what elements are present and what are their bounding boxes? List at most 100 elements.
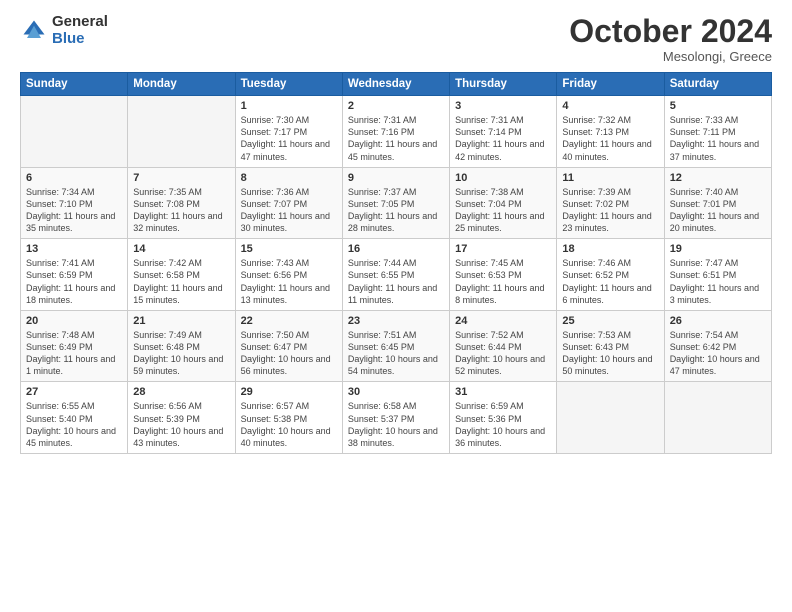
calendar-week-row: 1 Sunrise: 7:30 AMSunset: 7:17 PMDaylight… [21, 96, 772, 168]
calendar-page: General Blue October 2024 Mesolongi, Gre… [0, 0, 792, 612]
day-info: Sunrise: 7:54 AMSunset: 6:42 PMDaylight:… [670, 329, 766, 378]
day-number: 28 [133, 386, 229, 398]
table-row: 18Sunrise: 7:46 AMSunset: 6:52 PMDayligh… [557, 239, 664, 311]
day-number: 14 [133, 243, 229, 255]
header-friday: Friday [557, 73, 664, 96]
day-number: 4 [562, 100, 658, 112]
day-info: Sunrise: 7:44 AMSunset: 6:55 PMDaylight:… [348, 257, 444, 306]
day-number: 6 [26, 172, 122, 184]
table-row: 10 Sunrise: 7:38 AMSunset: 7:04 PMDayligh… [450, 167, 557, 239]
calendar-week-row: 13 Sunrise: 7:41 AMSunset: 6:59 PMDayligh… [21, 239, 772, 311]
day-number: 7 [133, 172, 229, 184]
table-row: 23Sunrise: 7:51 AMSunset: 6:45 PMDayligh… [342, 310, 449, 382]
day-number: 17 [455, 243, 551, 255]
table-row: 21Sunrise: 7:49 AMSunset: 6:48 PMDayligh… [128, 310, 235, 382]
logo-icon [20, 17, 48, 45]
day-info: Sunrise: 7:33 AMSunset: 7:11 PMDaylight:… [670, 114, 766, 163]
header-tuesday: Tuesday [235, 73, 342, 96]
day-info: Sunrise: 6:56 AMSunset: 5:39 PMDaylight:… [133, 400, 229, 449]
table-row: 28 Sunrise: 6:56 AMSunset: 5:39 PMDayligh… [128, 382, 235, 454]
day-info: Sunrise: 7:49 AMSunset: 6:48 PMDaylight:… [133, 329, 229, 378]
day-info: Sunrise: 6:59 AMSunset: 5:36 PMDaylight:… [455, 400, 551, 449]
table-row: 11Sunrise: 7:39 AMSunset: 7:02 PMDayligh… [557, 167, 664, 239]
table-row: 22Sunrise: 7:50 AMSunset: 6:47 PMDayligh… [235, 310, 342, 382]
day-number: 23 [348, 315, 444, 327]
day-info: Sunrise: 6:58 AMSunset: 5:37 PMDaylight:… [348, 400, 444, 449]
table-row: 13 Sunrise: 7:41 AMSunset: 6:59 PMDayligh… [21, 239, 128, 311]
day-info: Sunrise: 7:50 AMSunset: 6:47 PMDaylight:… [241, 329, 337, 378]
table-row: 29Sunrise: 6:57 AMSunset: 5:38 PMDayligh… [235, 382, 342, 454]
calendar-week-row: 6Sunrise: 7:34 AMSunset: 7:10 PMDaylight… [21, 167, 772, 239]
table-row: 17 Sunrise: 7:45 AMSunset: 6:53 PMDayligh… [450, 239, 557, 311]
table-row: 19 Sunrise: 7:47 AMSunset: 6:51 PMDayligh… [664, 239, 771, 311]
day-number: 12 [670, 172, 766, 184]
table-row: 12 Sunrise: 7:40 AMSunset: 7:01 PMDayligh… [664, 167, 771, 239]
table-row [21, 96, 128, 168]
table-row: 8 Sunrise: 7:36 AMSunset: 7:07 PMDaylight… [235, 167, 342, 239]
table-row: 2Sunrise: 7:31 AMSunset: 7:16 PMDaylight… [342, 96, 449, 168]
logo-general-text: General [52, 14, 108, 31]
day-info: Sunrise: 7:38 AMSunset: 7:04 PMDaylight:… [455, 186, 551, 235]
day-number: 15 [241, 243, 337, 255]
header: General Blue October 2024 Mesolongi, Gre… [0, 0, 792, 72]
day-number: 13 [26, 243, 122, 255]
day-info: Sunrise: 7:32 AMSunset: 7:13 PMDaylight:… [562, 114, 658, 163]
day-number: 27 [26, 386, 122, 398]
day-number: 29 [241, 386, 337, 398]
day-info: Sunrise: 7:31 AMSunset: 7:14 PMDaylight:… [455, 114, 551, 163]
day-info: Sunrise: 7:52 AMSunset: 6:44 PMDaylight:… [455, 329, 551, 378]
day-number: 18 [562, 243, 658, 255]
day-number: 20 [26, 315, 122, 327]
table-row: 26Sunrise: 7:54 AMSunset: 6:42 PMDayligh… [664, 310, 771, 382]
day-number: 2 [348, 100, 444, 112]
month-title: October 2024 [569, 14, 772, 49]
day-info: Sunrise: 7:37 AMSunset: 7:05 PMDaylight:… [348, 186, 444, 235]
day-number: 8 [241, 172, 337, 184]
logo: General Blue [20, 14, 108, 47]
day-number: 19 [670, 243, 766, 255]
calendar-table: Sunday Monday Tuesday Wednesday Thursday… [20, 72, 772, 454]
day-info: Sunrise: 7:47 AMSunset: 6:51 PMDaylight:… [670, 257, 766, 306]
calendar-week-row: 20Sunrise: 7:48 AMSunset: 6:49 PMDayligh… [21, 310, 772, 382]
table-row: 5Sunrise: 7:33 AMSunset: 7:11 PMDaylight… [664, 96, 771, 168]
table-row: 6Sunrise: 7:34 AMSunset: 7:10 PMDaylight… [21, 167, 128, 239]
day-info: Sunrise: 7:53 AMSunset: 6:43 PMDaylight:… [562, 329, 658, 378]
table-row: 24Sunrise: 7:52 AMSunset: 6:44 PMDayligh… [450, 310, 557, 382]
weekday-header-row: Sunday Monday Tuesday Wednesday Thursday… [21, 73, 772, 96]
day-number: 31 [455, 386, 551, 398]
table-row: 20Sunrise: 7:48 AMSunset: 6:49 PMDayligh… [21, 310, 128, 382]
header-monday: Monday [128, 73, 235, 96]
day-info: Sunrise: 7:36 AMSunset: 7:07 PMDaylight:… [241, 186, 337, 235]
table-row: 25Sunrise: 7:53 AMSunset: 6:43 PMDayligh… [557, 310, 664, 382]
table-row: 27Sunrise: 6:55 AMSunset: 5:40 PMDayligh… [21, 382, 128, 454]
day-number: 11 [562, 172, 658, 184]
location-subtitle: Mesolongi, Greece [569, 49, 772, 64]
table-row: 31 Sunrise: 6:59 AMSunset: 5:36 PMDayligh… [450, 382, 557, 454]
header-wednesday: Wednesday [342, 73, 449, 96]
title-block: October 2024 Mesolongi, Greece [569, 14, 772, 64]
calendar-week-row: 27Sunrise: 6:55 AMSunset: 5:40 PMDayligh… [21, 382, 772, 454]
table-row [128, 96, 235, 168]
day-info: Sunrise: 7:40 AMSunset: 7:01 PMDaylight:… [670, 186, 766, 235]
table-row: 16 Sunrise: 7:44 AMSunset: 6:55 PMDayligh… [342, 239, 449, 311]
table-row: 7 Sunrise: 7:35 AMSunset: 7:08 PMDaylight… [128, 167, 235, 239]
table-row [557, 382, 664, 454]
day-info: Sunrise: 7:45 AMSunset: 6:53 PMDaylight:… [455, 257, 551, 306]
table-row: 14Sunrise: 7:42 AMSunset: 6:58 PMDayligh… [128, 239, 235, 311]
table-row [664, 382, 771, 454]
logo-blue-text: Blue [52, 31, 108, 48]
day-number: 30 [348, 386, 444, 398]
day-number: 1 [241, 100, 337, 112]
header-thursday: Thursday [450, 73, 557, 96]
table-row: 15Sunrise: 7:43 AMSunset: 6:56 PMDayligh… [235, 239, 342, 311]
header-sunday: Sunday [21, 73, 128, 96]
day-number: 10 [455, 172, 551, 184]
day-info: Sunrise: 7:41 AMSunset: 6:59 PMDaylight:… [26, 257, 122, 306]
day-number: 16 [348, 243, 444, 255]
table-row: 4 Sunrise: 7:32 AMSunset: 7:13 PMDaylight… [557, 96, 664, 168]
table-row: 9 Sunrise: 7:37 AMSunset: 7:05 PMDaylight… [342, 167, 449, 239]
day-info: Sunrise: 7:30 AMSunset: 7:17 PMDaylight:… [241, 114, 337, 163]
day-number: 9 [348, 172, 444, 184]
day-info: Sunrise: 7:35 AMSunset: 7:08 PMDaylight:… [133, 186, 229, 235]
header-saturday: Saturday [664, 73, 771, 96]
